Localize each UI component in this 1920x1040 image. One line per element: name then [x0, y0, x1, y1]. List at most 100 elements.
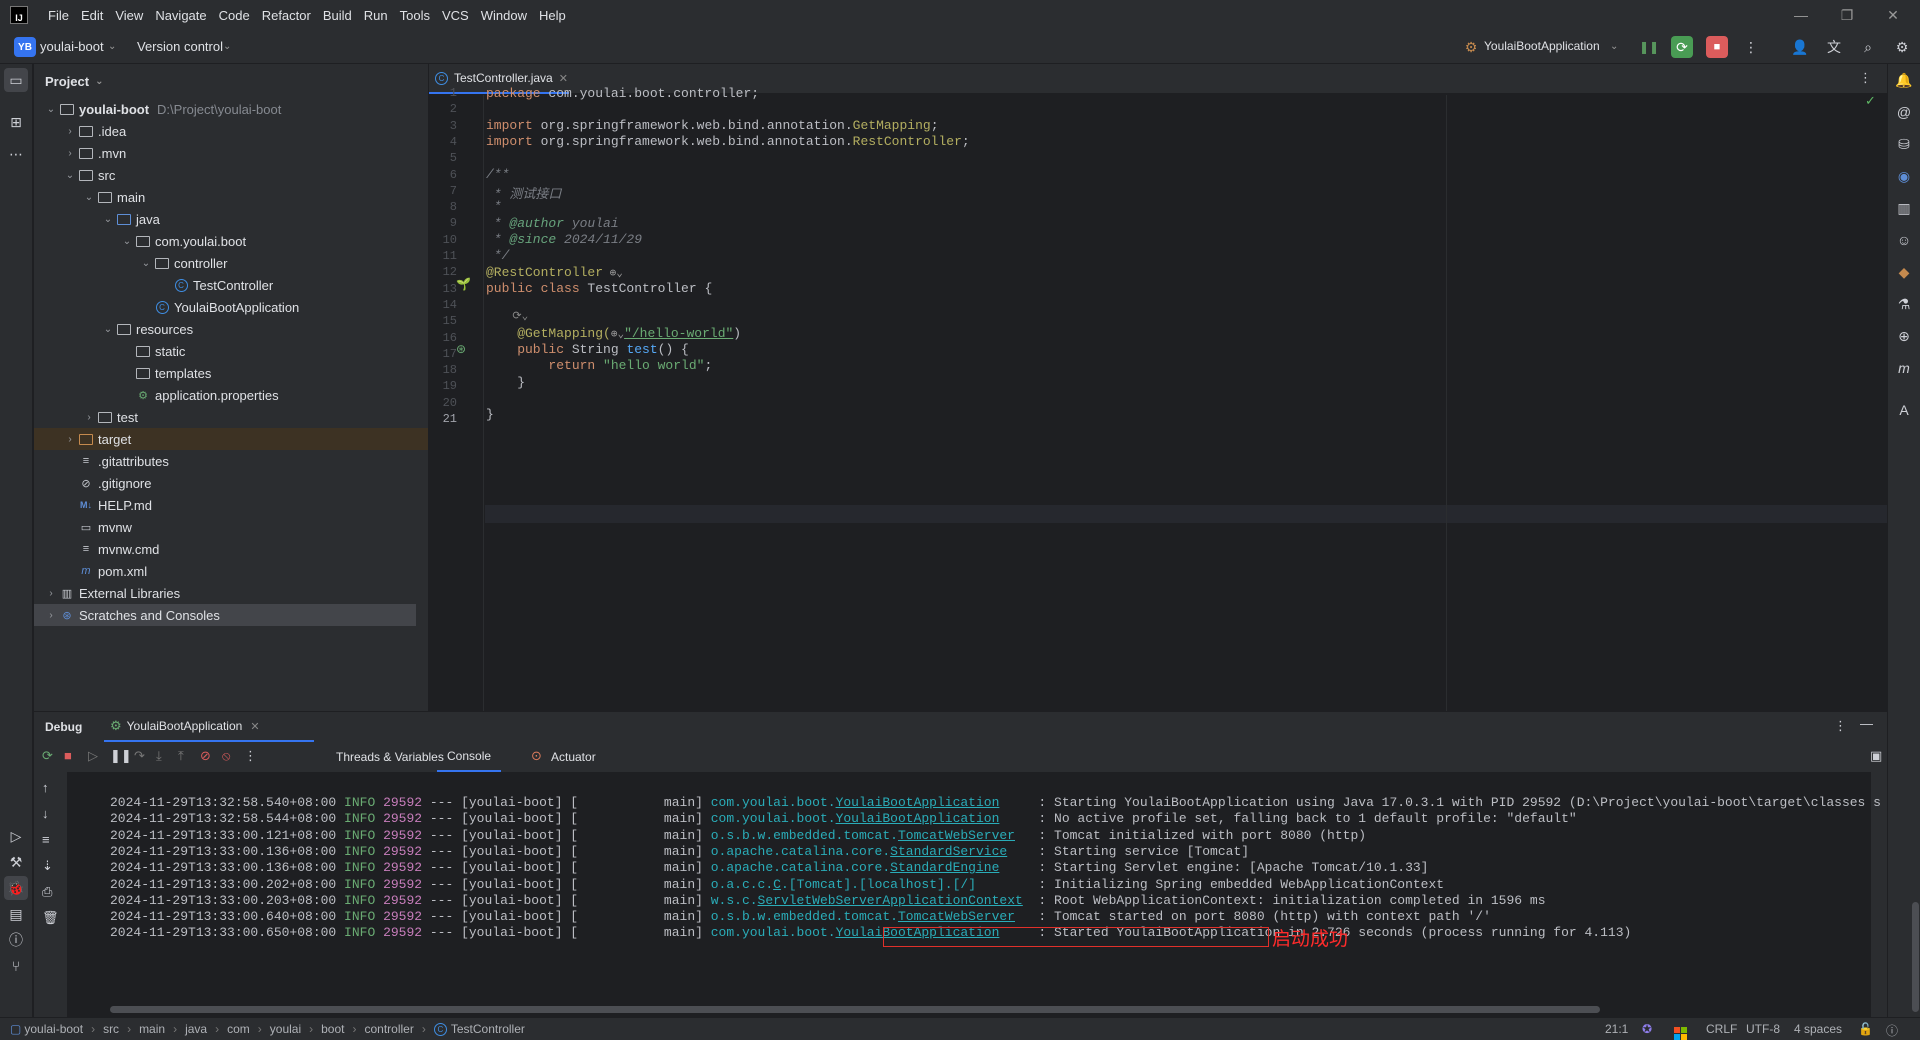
project-panel-header[interactable]: Project ⌄	[34, 64, 428, 98]
step-over-icon[interactable]: ↷	[134, 748, 145, 764]
menu-help[interactable]: Help	[533, 8, 572, 23]
menu-refactor[interactable]: Refactor	[256, 8, 317, 23]
line-number[interactable]: 8	[427, 200, 457, 214]
tree-item[interactable]: ⚙ application.properties	[34, 384, 428, 406]
web-endpoint-inlay-icon[interactable]: ⊕⌄	[603, 268, 623, 280]
tree-item[interactable]: static	[34, 340, 428, 362]
log-logger[interactable]: o.a.c.c.C.[Tomcat].[localhost].[/]	[711, 877, 1031, 892]
menu-run[interactable]: Run	[358, 8, 394, 23]
menu-edit[interactable]: Edit	[75, 8, 109, 23]
step-out-icon[interactable]: ⤒	[178, 748, 184, 764]
mute-breakpoints-icon[interactable]: ⦸	[222, 748, 230, 764]
tree-item[interactable]: › ▥ External Libraries	[34, 582, 428, 604]
gradle-icon[interactable]: ⚗	[1892, 292, 1916, 316]
log-logger-class-link[interactable]: TomcatWebServer	[898, 828, 1015, 843]
log-logger[interactable]: w.s.c.ServletWebServerApplicationContext	[711, 893, 1031, 908]
code-editor[interactable]: 1 2 3 4 5 6 7 8 9 10 11 12 13 14 15 16 17 18 19 20 21 ✓ 🌱 ⊛ …	[427, 86, 1887, 711]
line-number[interactable]: 21	[427, 412, 457, 426]
log-logger[interactable]: com.youlai.boot.YoulaiBootApplication	[711, 811, 1031, 826]
line-number[interactable]: 7	[427, 184, 457, 198]
log-logger-class-link[interactable]: C	[773, 877, 781, 892]
tree-item[interactable]: › .mvn	[34, 142, 428, 164]
breadcrumb-item[interactable]: java	[185, 1022, 207, 1036]
inlay-hint-icon[interactable]: ⟳⌄	[486, 309, 528, 323]
breadcrumb-item[interactable]: src	[103, 1022, 119, 1036]
chevron-down-icon[interactable]: ⌄	[95, 76, 103, 87]
chevron-down-icon[interactable]: ⌄	[44, 104, 58, 115]
tree-item[interactable]: › target	[34, 428, 428, 450]
tab-console[interactable]: Console	[437, 742, 502, 772]
chevron-right-icon[interactable]: ›	[63, 434, 77, 445]
plugin-icon[interactable]: ◆	[1892, 260, 1916, 284]
rerun-icon[interactable]: ⟳	[42, 748, 53, 764]
tree-item[interactable]: ≡ mvnw.cmd	[34, 538, 428, 560]
chevron-right-icon[interactable]: ›	[44, 588, 58, 599]
log-logger-class-link[interactable]: TomcatWebServer	[898, 909, 1015, 924]
vertical-scrollbar[interactable]	[1912, 902, 1919, 1012]
minimize-panel-icon[interactable]: —	[1860, 716, 1873, 731]
tree-item[interactable]: ⌄ controller	[34, 252, 428, 274]
search-icon[interactable]: ⌕	[1857, 36, 1879, 58]
tab-actuator[interactable]: Actuator	[551, 750, 596, 764]
tree-item[interactable]: ⌄ main	[34, 186, 428, 208]
help-icon[interactable]: ⓘ	[1886, 1022, 1898, 1039]
menu-navigate[interactable]: Navigate	[149, 8, 212, 23]
breadcrumb-item[interactable]: youlai-boot	[24, 1022, 83, 1036]
tree-item[interactable]: ⌄ java	[34, 208, 428, 230]
print-icon[interactable]: ⎙	[42, 884, 52, 900]
console-output[interactable]: 2024-11-29T13:32:58.540+08:00 INFO 29592…	[67, 772, 1919, 1018]
line-number[interactable]: 6	[427, 168, 457, 182]
chevron-down-icon[interactable]: ⌄	[120, 236, 134, 247]
spring-bean-gutter-icon[interactable]: 🌱	[456, 277, 471, 291]
project-badge[interactable]: YB	[14, 37, 36, 57]
resume-program-icon[interactable]: ▷	[88, 748, 98, 764]
close-tab-icon[interactable]: ✕	[250, 720, 259, 733]
endpoint-gutter-icon[interactable]: ⊛	[456, 342, 466, 356]
menu-file[interactable]: File	[42, 8, 75, 23]
close-tab-icon[interactable]: ✕	[559, 72, 568, 85]
line-number[interactable]: 2	[427, 102, 457, 116]
tree-item[interactable]: C YoulaiBootApplication	[34, 296, 428, 318]
chevron-right-icon[interactable]: ›	[82, 412, 96, 423]
tree-item[interactable]: ⌄ resources	[34, 318, 428, 340]
log-logger[interactable]: o.s.b.w.embedded.tomcat.TomcatWebServer	[711, 828, 1031, 843]
minimize-icon[interactable]: —	[1778, 0, 1824, 30]
web-endpoint-inlay-icon[interactable]: ⊕⌄	[611, 329, 624, 341]
notifications-icon[interactable]: 🔔	[1892, 68, 1916, 92]
line-number[interactable]: 20	[427, 396, 457, 410]
tree-item[interactable]: M↓ HELP.md	[34, 494, 428, 516]
debug-session-tab[interactable]: ⚙ YoulaiBootApplication ✕	[104, 712, 314, 742]
terminal-icon[interactable]: ▤	[4, 902, 28, 926]
tab-threads-variables[interactable]: Threads & Variables	[336, 750, 444, 764]
line-number[interactable]: 3	[427, 119, 457, 133]
file-encoding[interactable]: UTF-8	[1746, 1022, 1780, 1036]
project-selector[interactable]: youlai-boot	[40, 39, 104, 54]
maximize-icon[interactable]: ❐	[1824, 0, 1870, 30]
git-icon[interactable]: ⑂	[4, 954, 28, 978]
menu-window[interactable]: Window	[475, 8, 533, 23]
menu-vcs[interactable]: VCS	[436, 8, 475, 23]
layout-icon[interactable]: ▣	[1870, 748, 1882, 764]
tree-item[interactable]: ▭ mvnw	[34, 516, 428, 538]
debug-tool-icon[interactable]: 🐞	[4, 876, 28, 900]
web-icon[interactable]: ⊕	[1892, 324, 1916, 348]
step-into-icon[interactable]: ⤓	[156, 748, 162, 764]
chevron-down-icon[interactable]: ⌄	[1610, 41, 1618, 52]
clear-console-icon[interactable]: 🗑	[42, 910, 59, 926]
tree-item[interactable]: › ⊛ Scratches and Consoles	[34, 604, 416, 626]
more-horizontal-icon[interactable]: ⋯	[4, 142, 28, 166]
chevron-down-icon[interactable]: ⌄	[101, 324, 115, 335]
breadcrumb-item[interactable]: TestController	[451, 1022, 525, 1036]
indent-setting[interactable]: 4 spaces	[1794, 1022, 1842, 1036]
chevron-right-icon[interactable]: ›	[63, 126, 77, 137]
bean-icon[interactable]: ☺	[1892, 228, 1916, 252]
line-ending[interactable]: CRLF	[1706, 1022, 1737, 1036]
caret-position[interactable]: 21:1	[1605, 1022, 1628, 1036]
run-config-selector[interactable]: YoulaiBootApplication	[1484, 39, 1600, 53]
problems-icon[interactable]: ⓘ	[4, 928, 28, 952]
more-vertical-icon[interactable]: ⋮	[1740, 36, 1762, 58]
log-logger-class-link[interactable]: YoulaiBootApplication	[836, 795, 1000, 810]
tree-item[interactable]: C TestController	[34, 274, 428, 296]
stop-icon[interactable]: ■	[1706, 36, 1728, 58]
plugin-status-icon[interactable]: ✪	[1642, 1022, 1652, 1036]
